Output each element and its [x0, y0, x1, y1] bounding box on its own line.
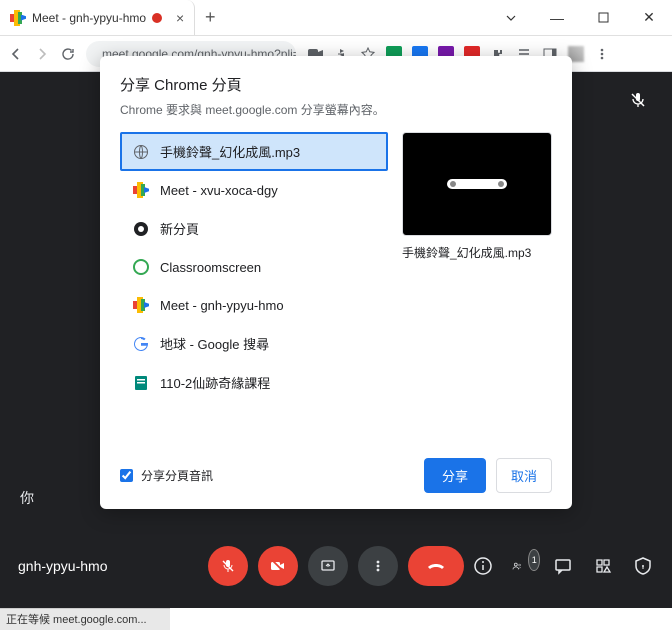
classroomscreen-icon: [132, 258, 150, 276]
center-controls: [208, 546, 464, 586]
share-audio-input[interactable]: [120, 469, 133, 482]
share-button[interactable]: 分享: [424, 458, 486, 493]
tab-option-label: Classroomscreen: [160, 260, 261, 275]
camera-toggle-button[interactable]: [258, 546, 298, 586]
maximize-button[interactable]: [580, 0, 626, 35]
globe-icon: [132, 143, 150, 161]
share-audio-label: 分享分頁音訊: [141, 467, 213, 484]
present-screen-button[interactable]: [308, 546, 348, 586]
preview-pane: 手機鈴聲_幻化成風.mp3: [402, 132, 552, 402]
tab-title: Meet - gnh-ypyu-hmo: [32, 11, 146, 25]
tab-option[interactable]: Classroomscreen: [120, 248, 388, 286]
share-audio-checkbox[interactable]: 分享分頁音訊: [120, 467, 213, 484]
right-controls: 1: [472, 555, 654, 577]
tab-option[interactable]: Meet - gnh-ypyu-hmo: [120, 286, 388, 324]
tab-option[interactable]: Meet - xvu-xoca-dgy: [120, 171, 388, 209]
dialog-title: 分享 Chrome 分頁: [120, 74, 552, 95]
tab-option[interactable]: 110-2仙跡奇緣課程: [120, 363, 388, 402]
chat-button[interactable]: [552, 555, 574, 577]
self-label: 你: [20, 488, 34, 508]
mic-toggle-button[interactable]: [208, 546, 248, 586]
browser-tab[interactable]: Meet - gnh-ypyu-hmo ×: [0, 0, 195, 35]
meeting-code: gnh-ypyu-hmo: [18, 558, 108, 574]
status-bar: 正在等候 meet.google.com...: [0, 608, 170, 630]
chevron-down-icon[interactable]: [488, 0, 534, 35]
close-window-button[interactable]: ✕: [626, 0, 672, 35]
google-g-icon: [132, 335, 150, 353]
share-tab-dialog: 分享 Chrome 分頁 Chrome 要求與 meet.google.com …: [100, 56, 572, 509]
meet-icon: [132, 181, 150, 199]
audio-player-icon: [447, 179, 507, 189]
participants-button[interactable]: 1: [512, 555, 534, 577]
preview-label: 手機鈴聲_幻化成風.mp3: [402, 244, 552, 261]
tab-close-icon[interactable]: ×: [176, 10, 184, 26]
document-icon: [132, 374, 150, 392]
recording-indicator-icon: [152, 13, 162, 23]
menu-dots-icon[interactable]: [594, 46, 610, 62]
meet-icon: [132, 296, 150, 314]
tab-option-label: 手機鈴聲_幻化成風.mp3: [160, 142, 300, 161]
tab-option[interactable]: 新分頁: [120, 209, 388, 248]
meet-controls-bar: gnh-ypyu-hmo 1: [0, 536, 672, 596]
dialog-subtitle: Chrome 要求與 meet.google.com 分享螢幕內容。: [120, 101, 552, 118]
window-titlebar: Meet - gnh-ypyu-hmo × + — ✕: [0, 0, 672, 36]
more-options-button[interactable]: [358, 546, 398, 586]
tab-option[interactable]: 地球 - Google 搜尋: [120, 324, 388, 363]
host-controls-button[interactable]: [632, 555, 654, 577]
hangup-button[interactable]: [408, 546, 464, 586]
chrome-icon: [132, 220, 150, 238]
tab-list: 手機鈴聲_幻化成風.mp3 Meet - xvu-xoca-dgy 新分頁 Cl…: [120, 132, 388, 402]
tab-option[interactable]: 手機鈴聲_幻化成風.mp3: [120, 132, 388, 171]
new-tab-button[interactable]: +: [195, 0, 225, 35]
window-controls: — ✕: [488, 0, 672, 35]
minimize-button[interactable]: —: [534, 0, 580, 35]
tab-option-label: Meet - xvu-xoca-dgy: [160, 183, 278, 198]
info-button[interactable]: [472, 555, 494, 577]
meet-favicon-icon: [10, 10, 26, 26]
tab-option-label: 110-2仙跡奇緣課程: [160, 373, 270, 392]
preview-thumbnail: [402, 132, 552, 236]
participant-count-badge: 1: [528, 549, 540, 571]
mic-muted-icon: [628, 90, 648, 110]
reload-button[interactable]: [60, 46, 78, 62]
forward-button[interactable]: [34, 46, 52, 62]
back-button[interactable]: [8, 46, 26, 62]
tab-option-label: 新分頁: [160, 219, 199, 238]
activities-button[interactable]: [592, 555, 614, 577]
tab-option-label: 地球 - Google 搜尋: [160, 334, 269, 353]
cancel-button[interactable]: 取消: [496, 458, 552, 493]
tab-option-label: Meet - gnh-ypyu-hmo: [160, 298, 284, 313]
